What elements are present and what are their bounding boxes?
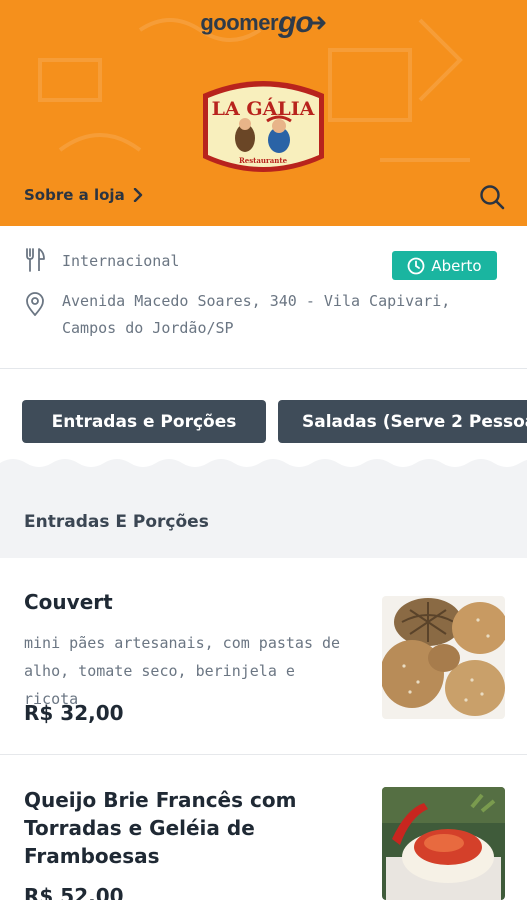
item-name: Couvert — [24, 590, 113, 614]
item-price: R$ 32,00 — [24, 701, 124, 725]
item-name-line1: Queijo Brie Francês com — [24, 788, 297, 812]
fork-knife-icon — [26, 248, 45, 272]
item-photo — [382, 596, 505, 719]
item-name-line3: Framboesas — [24, 844, 160, 868]
address-row: Avenida Macedo Soares, 340 - Vila Capiva… — [24, 288, 450, 342]
item-name-line2: Torradas e Geléia de — [24, 816, 255, 840]
tab-saladas[interactable]: Saladas (Serve 2 Pessoas) — [278, 400, 527, 443]
store-header: goomergo LA GÁLIA Restaurante Sobre a lo… — [0, 0, 527, 226]
map-pin-icon — [26, 292, 44, 316]
status-text: Aberto — [431, 256, 482, 275]
item-description-line1: mini pães artesanais, com pastas de — [24, 634, 341, 652]
restaurant-logo: LA GÁLIA Restaurante — [203, 81, 324, 172]
goomer-brand-logo: goomergo — [0, 6, 527, 40]
address-line1: Avenida Macedo Soares, 340 - Vila Capiva… — [62, 292, 451, 310]
item-price: R$ 52,00 — [24, 884, 124, 900]
about-store-link[interactable]: Sobre a loja — [24, 186, 143, 204]
status-badge: Aberto — [392, 251, 497, 280]
arrow-right-icon — [311, 16, 326, 30]
clock-icon — [407, 257, 425, 274]
menu-item[interactable]: Queijo Brie Francês com Torradas e Geléi… — [0, 756, 527, 900]
search-icon[interactable] — [478, 183, 506, 211]
cuisine-row: Internacional — [24, 248, 179, 275]
cuisine-text: Internacional — [62, 252, 180, 270]
item-photo — [382, 787, 505, 900]
brand-prefix: goomer — [200, 10, 279, 35]
menu-item[interactable]: Couvert mini pães artesanais, com pastas… — [0, 558, 527, 755]
logo-title: LA GÁLIA — [212, 97, 315, 120]
about-store-label: Sobre a loja — [24, 186, 125, 204]
tab-entradas[interactable]: Entradas e Porções — [22, 400, 266, 443]
logo-subtitle: Restaurante — [239, 156, 288, 165]
address-line2: Campos do Jordão/SP — [62, 319, 234, 337]
category-tabs: Entradas e Porções Saladas (Serve 2 Pess… — [0, 370, 527, 460]
section-title: Entradas E Porções — [24, 512, 209, 532]
chevron-right-icon — [133, 188, 142, 202]
brand-suffix: go — [278, 6, 314, 39]
